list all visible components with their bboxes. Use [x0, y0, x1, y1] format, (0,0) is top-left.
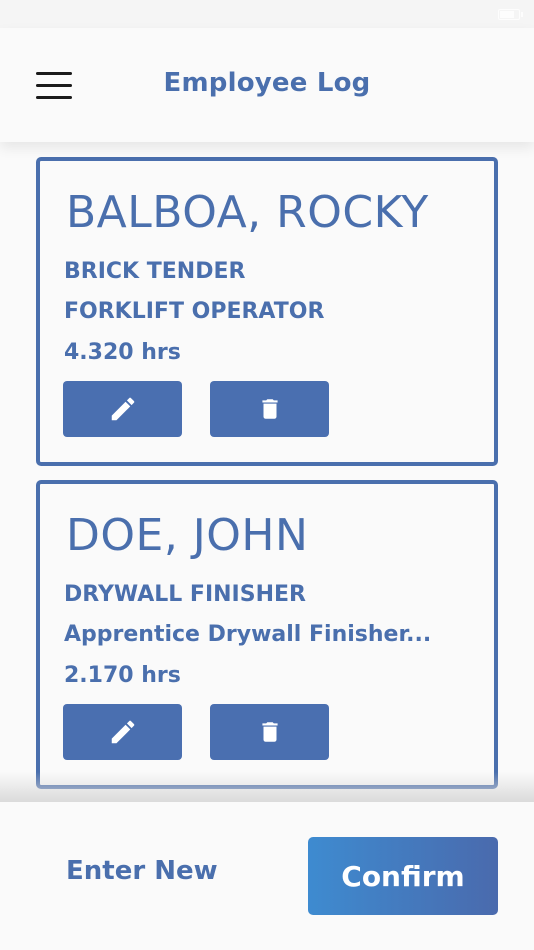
battery-icon — [498, 8, 523, 20]
pencil-icon — [111, 397, 134, 421]
status-bar-right — [498, 8, 523, 20]
trash-icon — [261, 722, 278, 742]
edit-button[interactable] — [63, 704, 182, 760]
delete-button[interactable] — [210, 381, 329, 437]
confirm-button[interactable]: Confirm — [308, 837, 498, 915]
employee-name: DOE, JOHN — [66, 510, 309, 561]
employee-card: DOE, JOHN DRYWALL FINISHER Apprentice Dr… — [36, 480, 498, 789]
employee-name: BALBOA, ROCKY — [66, 187, 429, 238]
enter-new-button[interactable]: Enter New — [66, 856, 218, 886]
employee-trade: BRICK TENDER — [64, 259, 246, 284]
scroll-fade — [0, 772, 534, 802]
delete-button[interactable] — [210, 704, 329, 760]
footer-bar: Enter New Confirm — [0, 802, 534, 950]
page-title: Employee Log — [163, 68, 371, 98]
trash-icon — [261, 399, 278, 419]
employee-trade: DRYWALL FINISHER — [64, 582, 306, 607]
edit-button[interactable] — [63, 381, 182, 437]
employee-list[interactable]: BALBOA, ROCKY BRICK TENDER FORKLIFT OPER… — [0, 142, 534, 802]
employee-classification: FORKLIFT OPERATOR — [64, 299, 325, 324]
employee-hours: 4.320 hrs — [64, 340, 181, 365]
employee-card: BALBOA, ROCKY BRICK TENDER FORKLIFT OPER… — [36, 157, 498, 466]
app-header: Employee Log — [0, 28, 534, 142]
employee-classification: Apprentice Drywall Finisher... — [64, 622, 432, 647]
pencil-icon — [111, 720, 134, 744]
employee-hours: 2.170 hrs — [64, 663, 181, 688]
status-bar — [0, 0, 534, 28]
